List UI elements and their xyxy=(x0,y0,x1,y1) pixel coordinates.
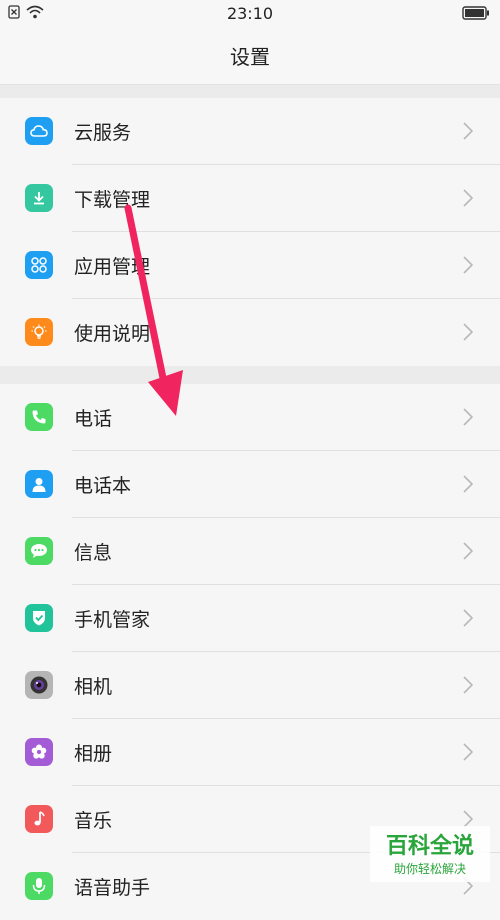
music-icon xyxy=(25,805,53,833)
camera-icon xyxy=(25,671,53,699)
chevron-right-icon xyxy=(463,408,474,426)
settings-row-label: 音乐 xyxy=(74,810,113,832)
settings-row-label: 应用管理 xyxy=(74,256,151,278)
watermark-title: 百科全说 xyxy=(385,834,474,859)
status-bar: 23:10 xyxy=(0,0,500,28)
settings-row-label: 相机 xyxy=(74,676,113,698)
battery-icon xyxy=(462,6,489,20)
phone-icon xyxy=(25,403,53,431)
chevron-right-icon xyxy=(463,122,474,140)
chevron-right-icon xyxy=(463,189,474,207)
settings-group-1: 云服务 下载管理 应用管理 使用说明 xyxy=(0,98,500,366)
settings-row-label: 电话本 xyxy=(74,475,132,497)
chevron-right-icon xyxy=(463,475,474,493)
chevron-right-icon xyxy=(463,256,474,274)
flower-icon xyxy=(25,738,53,766)
settings-row-label: 电话 xyxy=(74,408,113,430)
settings-row-cloud[interactable]: 云服务 xyxy=(0,98,500,165)
watermark-subtitle: 助你轻松解决 xyxy=(393,862,466,876)
bulb-icon xyxy=(25,318,53,346)
chevron-right-icon xyxy=(463,743,474,761)
mic-icon xyxy=(25,872,53,900)
status-right-icons xyxy=(462,5,490,24)
chevron-right-icon xyxy=(463,323,474,341)
download-icon xyxy=(25,184,53,212)
settings-row-contacts[interactable]: 电话本 xyxy=(0,451,500,518)
page-title: 设置 xyxy=(230,45,270,69)
contacts-icon xyxy=(25,470,53,498)
watermark: 百科全说 助你轻松解决 xyxy=(370,826,490,882)
settings-row-label: 信息 xyxy=(74,542,113,564)
apps-icon xyxy=(25,251,53,279)
settings-row-label: 使用说明 xyxy=(74,323,151,345)
settings-row-phone-manager[interactable]: 手机管家 xyxy=(0,585,500,652)
settings-row-apps[interactable]: 应用管理 xyxy=(0,232,500,299)
settings-row-label: 下载管理 xyxy=(74,189,151,211)
settings-row-label: 相册 xyxy=(74,743,113,765)
settings-row-gallery[interactable]: 相册 xyxy=(0,719,500,786)
chevron-right-icon xyxy=(463,542,474,560)
settings-row-phone[interactable]: 电话 xyxy=(0,384,500,451)
chevron-right-icon xyxy=(463,609,474,627)
message-icon xyxy=(25,537,53,565)
title-bar: 设置 xyxy=(0,28,500,85)
section-gap xyxy=(0,366,500,384)
cloud-icon xyxy=(25,117,53,145)
status-time: 23:10 xyxy=(226,4,274,23)
settings-row-label: 手机管家 xyxy=(74,609,151,631)
settings-row-label: 语音助手 xyxy=(74,877,151,899)
settings-row-label: 云服务 xyxy=(74,122,132,144)
settings-row-download[interactable]: 下载管理 xyxy=(0,165,500,232)
settings-row-camera[interactable]: 相机 xyxy=(0,652,500,719)
shield-icon xyxy=(25,604,53,632)
chevron-right-icon xyxy=(463,676,474,694)
section-gap xyxy=(0,85,500,98)
settings-row-messages[interactable]: 信息 xyxy=(0,518,500,585)
settings-row-guide[interactable]: 使用说明 xyxy=(0,299,500,366)
